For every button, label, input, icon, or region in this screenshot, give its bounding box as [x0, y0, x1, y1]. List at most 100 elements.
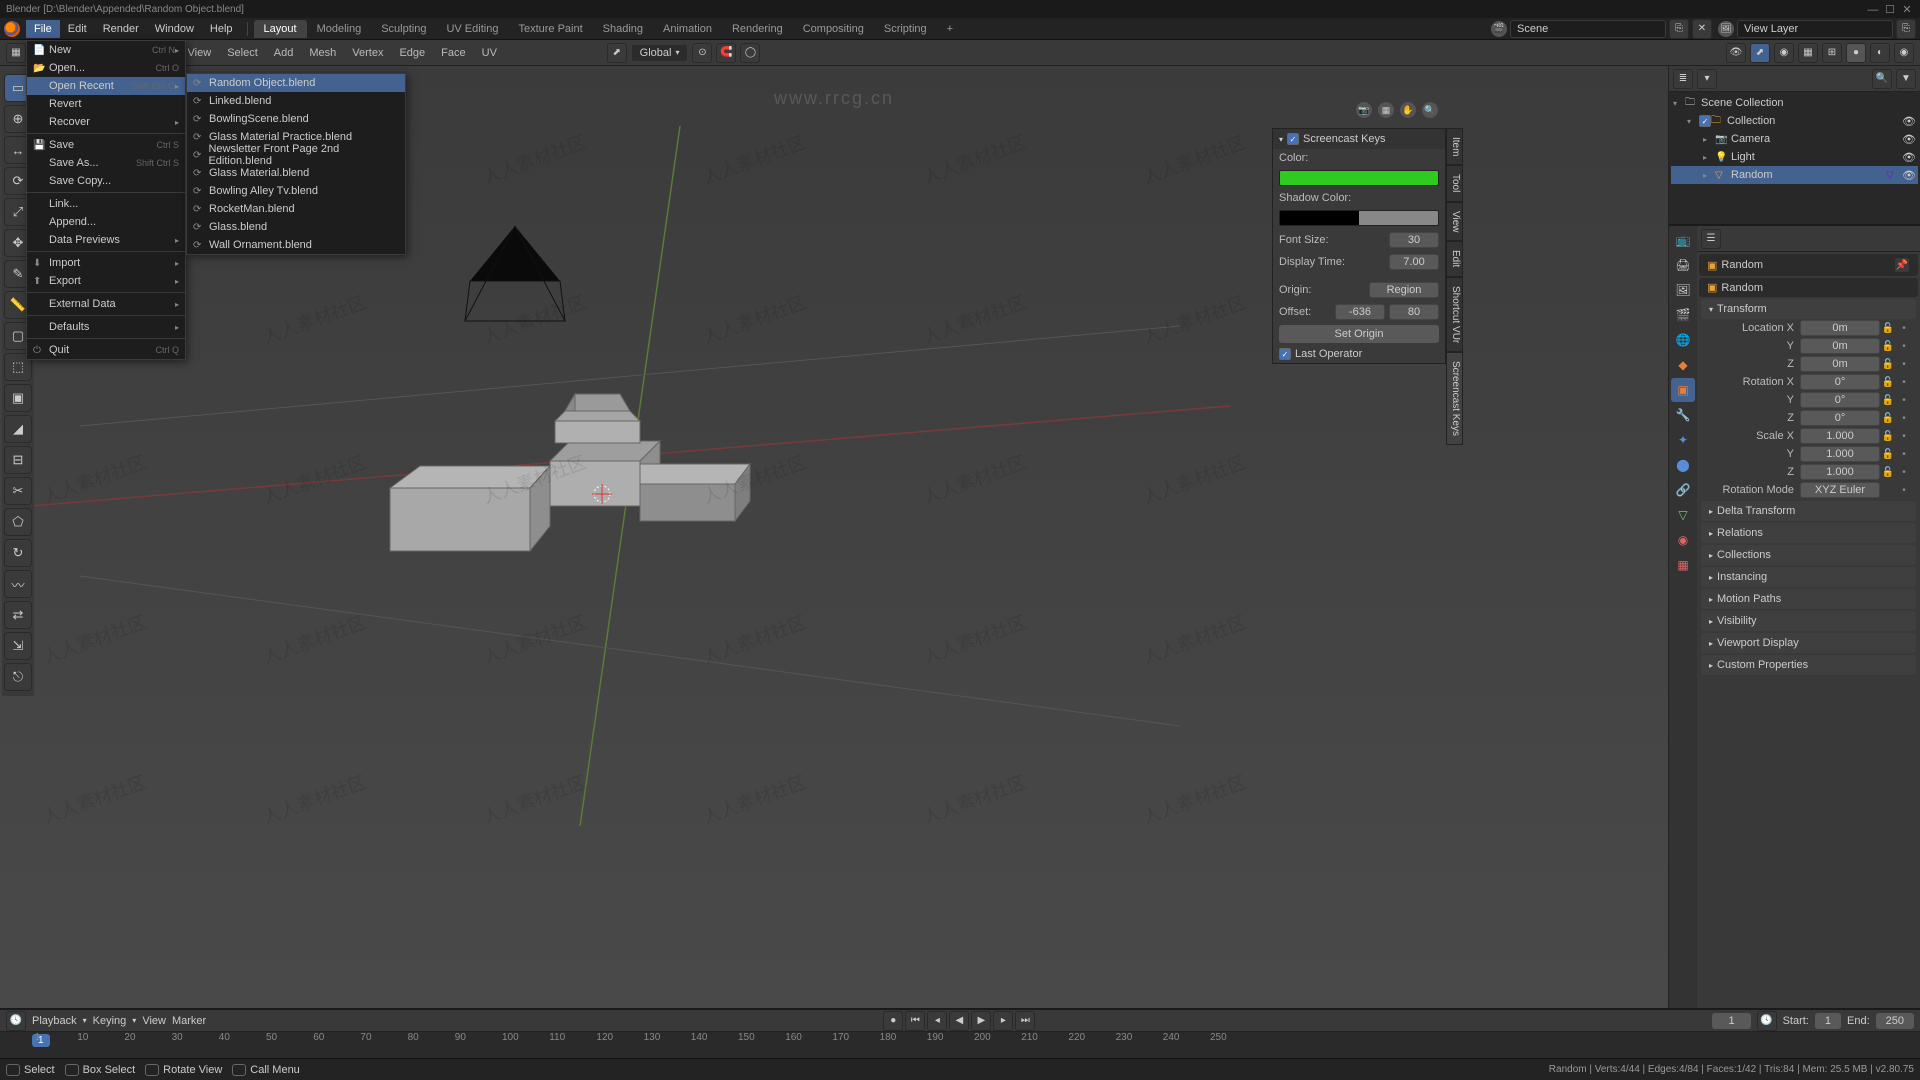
- ptab-world[interactable]: 🌐: [1671, 328, 1695, 352]
- transform-header[interactable]: Transform: [1717, 303, 1767, 315]
- ptab-particles[interactable]: ✦: [1671, 428, 1695, 452]
- tool-knife[interactable]: ✂: [4, 477, 32, 505]
- file-menu-external-data[interactable]: External Data▸: [27, 295, 185, 313]
- autokey-icon[interactable]: ●: [883, 1011, 903, 1031]
- tool-inset[interactable]: ▣: [4, 384, 32, 412]
- play-rev-icon[interactable]: ◀: [949, 1011, 969, 1031]
- shading-lookdev-icon[interactable]: ◐: [1870, 43, 1890, 63]
- tool-edge-slide[interactable]: ⇄: [4, 601, 32, 629]
- ptab-physics[interactable]: ⬤: [1671, 453, 1695, 477]
- rot-z[interactable]: 0°: [1800, 410, 1880, 426]
- timeline-marker[interactable]: Marker: [172, 1015, 206, 1027]
- ptab-output[interactable]: 🖨: [1671, 253, 1695, 277]
- file-menu-open-[interactable]: 📂Open...Ctrl O: [27, 59, 185, 77]
- screencast-enable-checkbox[interactable]: ✓: [1287, 133, 1299, 145]
- outliner-camera[interactable]: ▸📷Camera👁: [1671, 130, 1918, 148]
- recent-file-item[interactable]: ⟳Wall Ornament.blend: [187, 236, 405, 254]
- scale-y[interactable]: 1.000: [1800, 446, 1880, 462]
- eye-icon[interactable]: 👁: [1902, 151, 1916, 164]
- clock-icon[interactable]: 🕓: [1757, 1011, 1777, 1031]
- last-operator-checkbox[interactable]: ✓: [1279, 348, 1291, 360]
- eye-icon[interactable]: 👁: [1902, 133, 1916, 146]
- scene-new-icon[interactable]: ⎘: [1669, 19, 1689, 39]
- vp-menu-vertex[interactable]: Vertex: [346, 44, 389, 62]
- visibility-icon[interactable]: 👁: [1726, 43, 1746, 63]
- tab-scripting[interactable]: Scripting: [874, 20, 937, 38]
- section-viewport display[interactable]: ▸Viewport Display: [1701, 633, 1916, 653]
- lock-icon[interactable]: 🔓: [1880, 395, 1896, 406]
- vtab-tool[interactable]: Tool: [1446, 165, 1463, 201]
- jump-end-icon[interactable]: ⏭: [1015, 1011, 1035, 1031]
- vp-menu-edge[interactable]: Edge: [393, 44, 431, 62]
- color-swatch[interactable]: [1279, 170, 1439, 186]
- tool-bevel[interactable]: ◢: [4, 415, 32, 443]
- tool-shrink[interactable]: ⇲: [4, 632, 32, 660]
- eye-icon[interactable]: 👁: [1902, 115, 1916, 128]
- lock-icon[interactable]: 🔓: [1880, 431, 1896, 442]
- rot-x[interactable]: 0°: [1800, 374, 1880, 390]
- file-menu-export[interactable]: ⬆Export▸: [27, 272, 185, 290]
- file-menu-open-recent[interactable]: Open RecentShift Ctrl O▸: [27, 77, 185, 95]
- vtab-shortcut[interactable]: Shortcut VUr: [1446, 277, 1463, 352]
- section-visibility[interactable]: ▸Visibility: [1701, 611, 1916, 631]
- file-menu-defaults[interactable]: Defaults▸: [27, 318, 185, 336]
- lock-icon[interactable]: 🔓: [1880, 359, 1896, 370]
- outliner-editor-icon[interactable]: ≣: [1673, 69, 1693, 89]
- lock-icon[interactable]: 🔓: [1880, 449, 1896, 460]
- vtab-screencast[interactable]: Screencast Keys: [1446, 352, 1463, 445]
- tab-shading[interactable]: Shading: [593, 20, 653, 38]
- ptab-material[interactable]: ◉: [1671, 528, 1695, 552]
- ptab-object-solid[interactable]: ◆: [1671, 353, 1695, 377]
- timeline-track[interactable]: 1 11020304050607080901001101201301401501…: [0, 1032, 1920, 1058]
- timeline-keying[interactable]: Keying: [93, 1015, 127, 1027]
- offset-y[interactable]: 80: [1389, 304, 1439, 320]
- snap-icon[interactable]: 🧲: [716, 43, 736, 63]
- loc-z[interactable]: 0m: [1800, 356, 1880, 372]
- file-menu-data-previews[interactable]: Data Previews▸: [27, 231, 185, 249]
- outliner-scene-collection[interactable]: ▾🗀Scene Collection: [1671, 94, 1918, 112]
- tool-poly[interactable]: ⬠: [4, 508, 32, 536]
- recent-file-item[interactable]: ⟳Newsletter Front Page 2nd Edition.blend: [187, 146, 405, 164]
- tab-animation[interactable]: Animation: [653, 20, 722, 38]
- ptab-object[interactable]: ▣: [1671, 378, 1695, 402]
- menu-file[interactable]: File: [26, 20, 60, 38]
- section-instancing[interactable]: ▸Instancing: [1701, 567, 1916, 587]
- menu-render[interactable]: Render: [95, 20, 147, 38]
- eye-icon[interactable]: 👁: [1902, 169, 1916, 182]
- file-menu-save[interactable]: 💾SaveCtrl S: [27, 136, 185, 154]
- pivot-icon[interactable]: ⊙: [692, 43, 712, 63]
- recent-file-item[interactable]: ⟳Random Object.blend: [187, 74, 405, 92]
- xray-icon[interactable]: ▦: [1798, 43, 1818, 63]
- shading-rendered-icon[interactable]: ◉: [1894, 43, 1914, 63]
- displaytime-value[interactable]: 7.00: [1389, 254, 1439, 270]
- shadow-alpha-swatch[interactable]: [1279, 210, 1439, 226]
- viewlayer-icon[interactable]: 🖼: [1718, 21, 1734, 37]
- fontsize-value[interactable]: 30: [1389, 232, 1439, 248]
- pan-icon[interactable]: ✋: [1400, 102, 1416, 118]
- set-origin-button[interactable]: Set Origin: [1279, 325, 1439, 343]
- camera-view-icon[interactable]: 📷: [1356, 102, 1372, 118]
- outliner-search-icon[interactable]: 🔍: [1872, 69, 1892, 89]
- tab-sculpting[interactable]: Sculpting: [371, 20, 436, 38]
- file-menu-append-[interactable]: Append...: [27, 213, 185, 231]
- breadcrumb-object[interactable]: Random: [1721, 259, 1763, 271]
- outliner-random[interactable]: ▸▽Random▽👁: [1671, 166, 1918, 184]
- ptab-modifier[interactable]: 🔧: [1671, 403, 1695, 427]
- file-menu-link-[interactable]: Link...: [27, 195, 185, 213]
- breadcrumb-object2[interactable]: Random: [1721, 282, 1763, 294]
- origin-dropdown[interactable]: Region: [1369, 282, 1439, 298]
- key-prev-icon[interactable]: ◂: [927, 1011, 947, 1031]
- recent-file-item[interactable]: ⟳Glass.blend: [187, 218, 405, 236]
- timeline-playback[interactable]: Playback: [32, 1015, 77, 1027]
- loc-x[interactable]: 0m: [1800, 320, 1880, 336]
- proportional-icon[interactable]: ◯: [740, 43, 760, 63]
- lock-icon[interactable]: 🔓: [1880, 467, 1896, 478]
- vp-menu-view[interactable]: View: [182, 44, 218, 62]
- ptab-render[interactable]: 📺: [1671, 228, 1695, 252]
- viewlayer-new-icon[interactable]: ⎘: [1896, 19, 1916, 39]
- vp-menu-select[interactable]: Select: [221, 44, 264, 62]
- play-icon[interactable]: ▶: [971, 1011, 991, 1031]
- recent-file-item[interactable]: ⟳BowlingScene.blend: [187, 110, 405, 128]
- ptab-viewlayer[interactable]: 🖼: [1671, 278, 1695, 302]
- file-menu-import[interactable]: ⬇Import▸: [27, 254, 185, 272]
